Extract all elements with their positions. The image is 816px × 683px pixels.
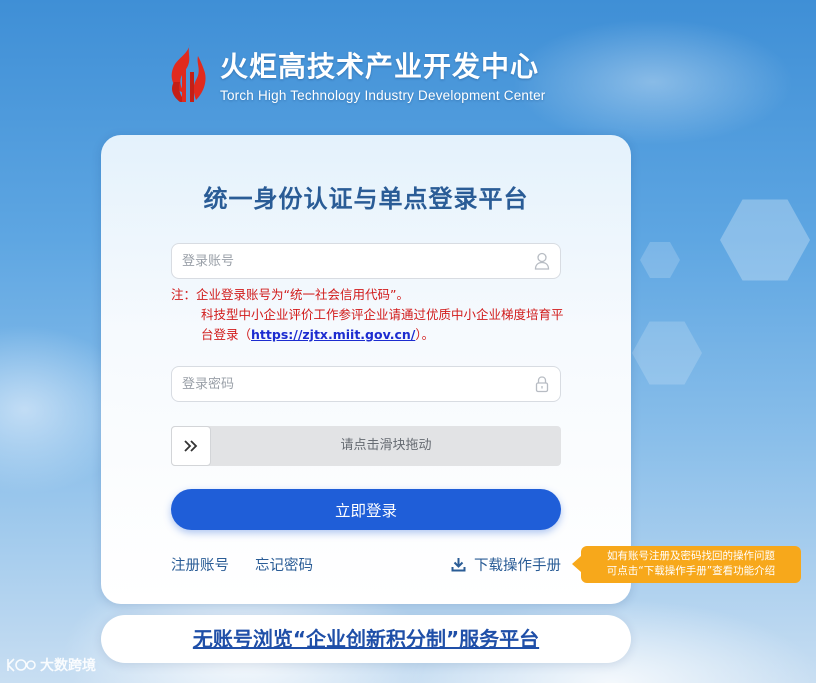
login-card: 统一身份认证与单点登录平台 注：企业登录账号为“统一社会信用代码”。 科技型中小… xyxy=(101,135,631,604)
download-icon xyxy=(451,558,466,572)
page-title: 统一身份认证与单点登录平台 xyxy=(203,185,529,213)
lock-icon xyxy=(535,376,549,393)
user-icon xyxy=(534,252,550,270)
login-note: 注：企业登录账号为“统一社会信用代码”。 科技型中小企业评价工作参评企业请通过优… xyxy=(171,285,571,345)
download-manual-link[interactable]: 下载操作手册 xyxy=(451,554,561,575)
bottom-links: 注册账号 忘记密码 下载操作手册 xyxy=(171,554,561,576)
manual-tooltip: 如有账号注册及密码找回的操作问题 可点击“下载操作手册”查看功能介绍 xyxy=(572,546,801,583)
tooltip-line-2: 可点击“下载操作手册”查看功能介绍 xyxy=(606,565,776,577)
guest-browse-bar: 无账号浏览“企业创新积分制”服务平台 xyxy=(101,615,631,663)
tooltip-line-1: 如有账号注册及密码找回的操作问题 xyxy=(607,550,775,562)
register-link[interactable]: 注册账号 xyxy=(171,554,229,575)
password-field[interactable] xyxy=(171,366,561,402)
torch-logo-icon xyxy=(171,44,206,102)
slide-verify: 请点击滑块拖动 xyxy=(171,426,561,466)
account-input[interactable] xyxy=(172,244,512,278)
forgot-password-link[interactable]: 忘记密码 xyxy=(255,554,313,575)
miit-platform-link[interactable]: https://zjtx.miit.gov.cn/ xyxy=(251,327,415,342)
note-line-2-suffix: ）。 xyxy=(415,327,435,342)
login-button[interactable]: 立即登录 xyxy=(171,489,561,530)
watermark-text: 大数跨境 xyxy=(40,658,96,674)
account-field[interactable] xyxy=(171,243,561,279)
download-manual-label: 下载操作手册 xyxy=(474,558,561,574)
double-chevron-right-icon xyxy=(184,440,198,452)
guest-browse-link[interactable]: 无账号浏览“企业创新积分制”服务平台 xyxy=(193,627,539,651)
note-line-1: 注：企业登录账号为“统一社会信用代码”。 xyxy=(171,287,409,302)
watermark-logo-icon xyxy=(7,658,36,672)
brand-header: 火炬高技术产业开发中心 Torch High Technology Indust… xyxy=(160,42,545,104)
slider-hint: 请点击滑块拖动 xyxy=(340,438,432,453)
lens-flare xyxy=(640,242,680,278)
brand-name-cn: 火炬高技术产业开发中心 xyxy=(220,50,540,83)
watermark: 大数跨境 xyxy=(6,655,96,675)
lens-flare xyxy=(720,199,810,281)
lens-flare xyxy=(632,321,702,385)
slider-handle[interactable] xyxy=(171,426,211,466)
note-line-2: 科技型中小企业评价工作参评企业请通过优质中小企业梯度培育平台登录（https:/… xyxy=(171,305,571,345)
password-input[interactable] xyxy=(172,367,512,401)
brand-name-en: Torch High Technology Industry Developme… xyxy=(220,88,546,103)
